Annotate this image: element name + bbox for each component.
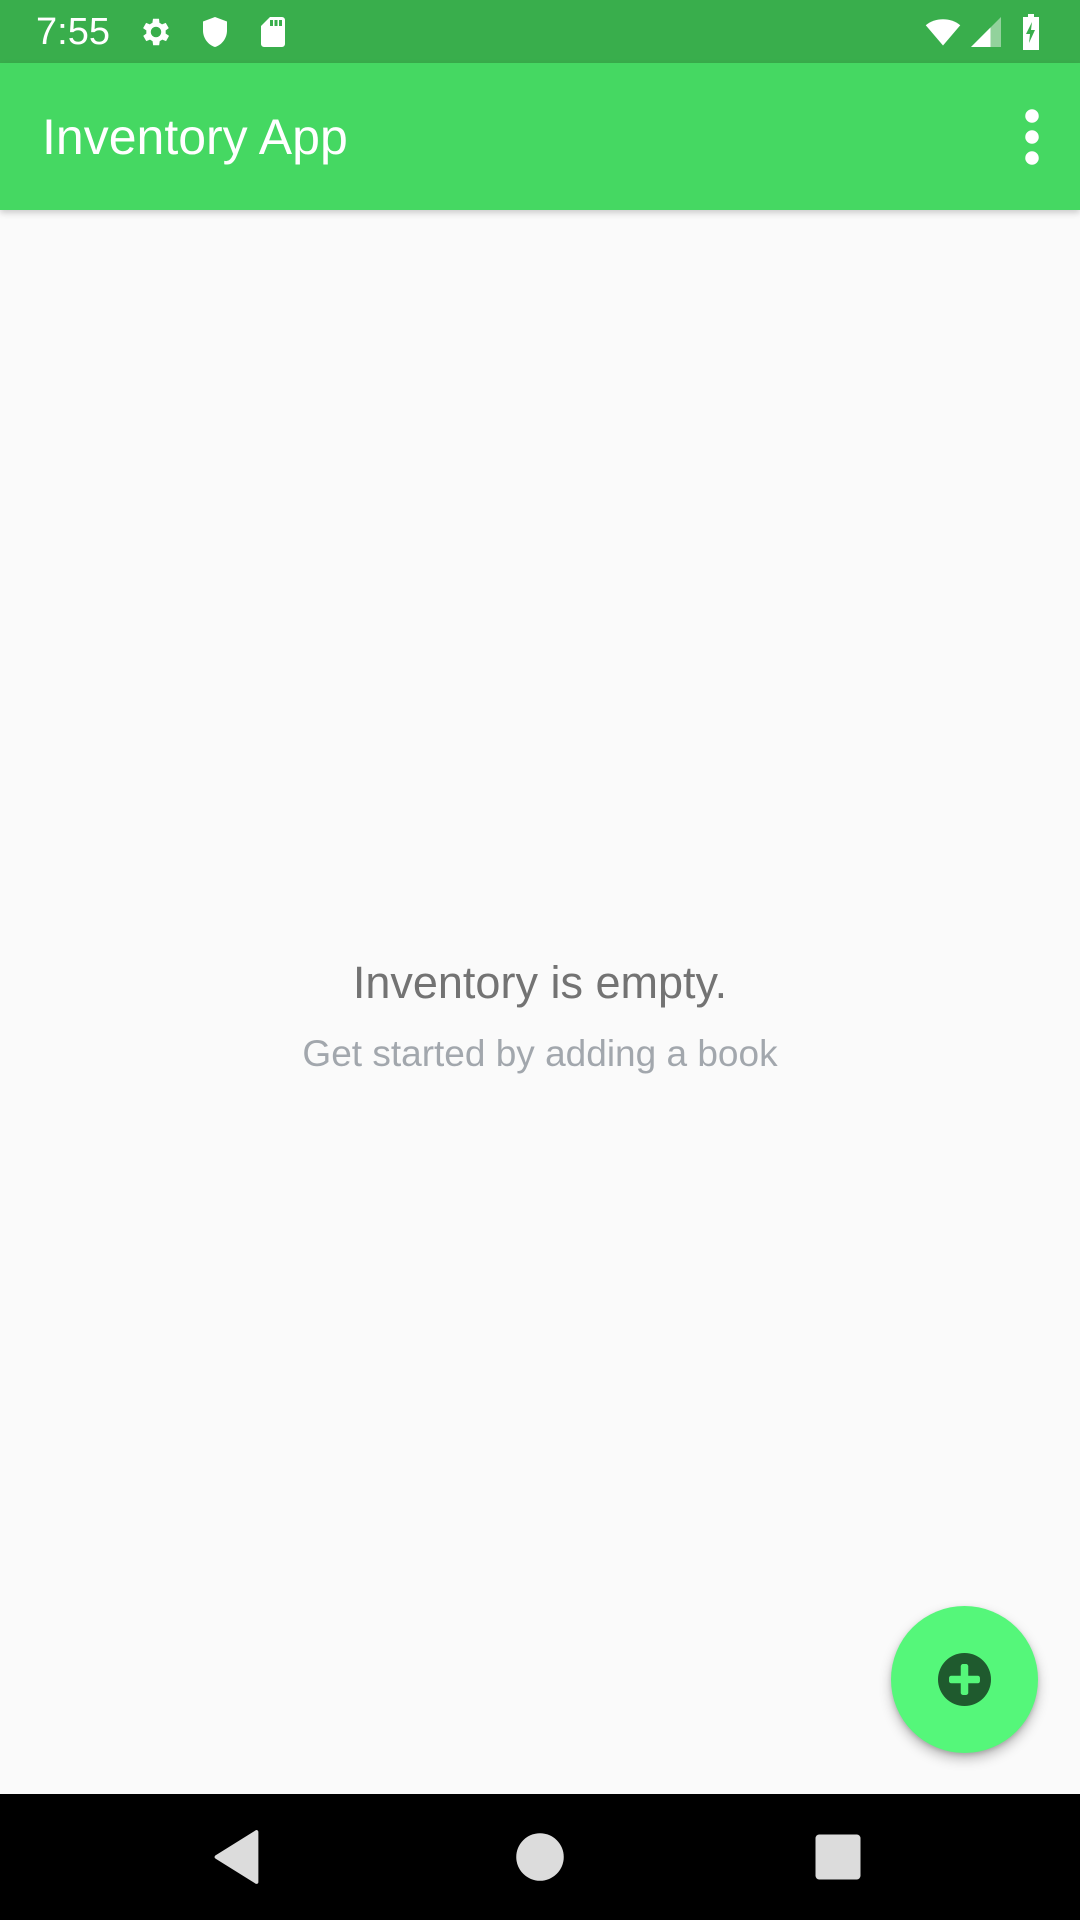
add-circle-icon <box>938 1653 991 1706</box>
navigation-bar <box>0 1794 1080 1920</box>
app-bar: Inventory App <box>0 63 1080 210</box>
settings-icon <box>138 14 174 50</box>
home-icon <box>516 1833 564 1881</box>
add-book-fab[interactable] <box>891 1606 1038 1753</box>
back-icon <box>214 1830 259 1884</box>
empty-state-title: Inventory is empty. <box>352 957 728 1008</box>
status-time: 7:55 <box>36 11 110 53</box>
battery-charging-icon <box>1014 14 1048 50</box>
back-button[interactable] <box>209 1827 269 1887</box>
overflow-menu-button[interactable] <box>1002 101 1062 173</box>
screen: 7:55 Inventory App Inventory is empty. G… <box>0 0 1080 1920</box>
sd-card-icon <box>255 14 291 50</box>
app-title: Inventory App <box>42 109 348 165</box>
signal-icon <box>968 14 1004 50</box>
recents-icon <box>815 1834 861 1880</box>
status-bar: 7:55 <box>0 0 1080 63</box>
wifi-icon <box>922 14 964 50</box>
empty-state: Inventory is empty. Get started by addin… <box>0 955 1080 1077</box>
shield-icon <box>197 14 233 50</box>
home-button[interactable] <box>510 1827 570 1887</box>
more-vert-icon <box>1025 109 1039 165</box>
empty-state-subtitle: Get started by adding a book <box>302 1033 778 1074</box>
recents-button[interactable] <box>808 1827 868 1887</box>
